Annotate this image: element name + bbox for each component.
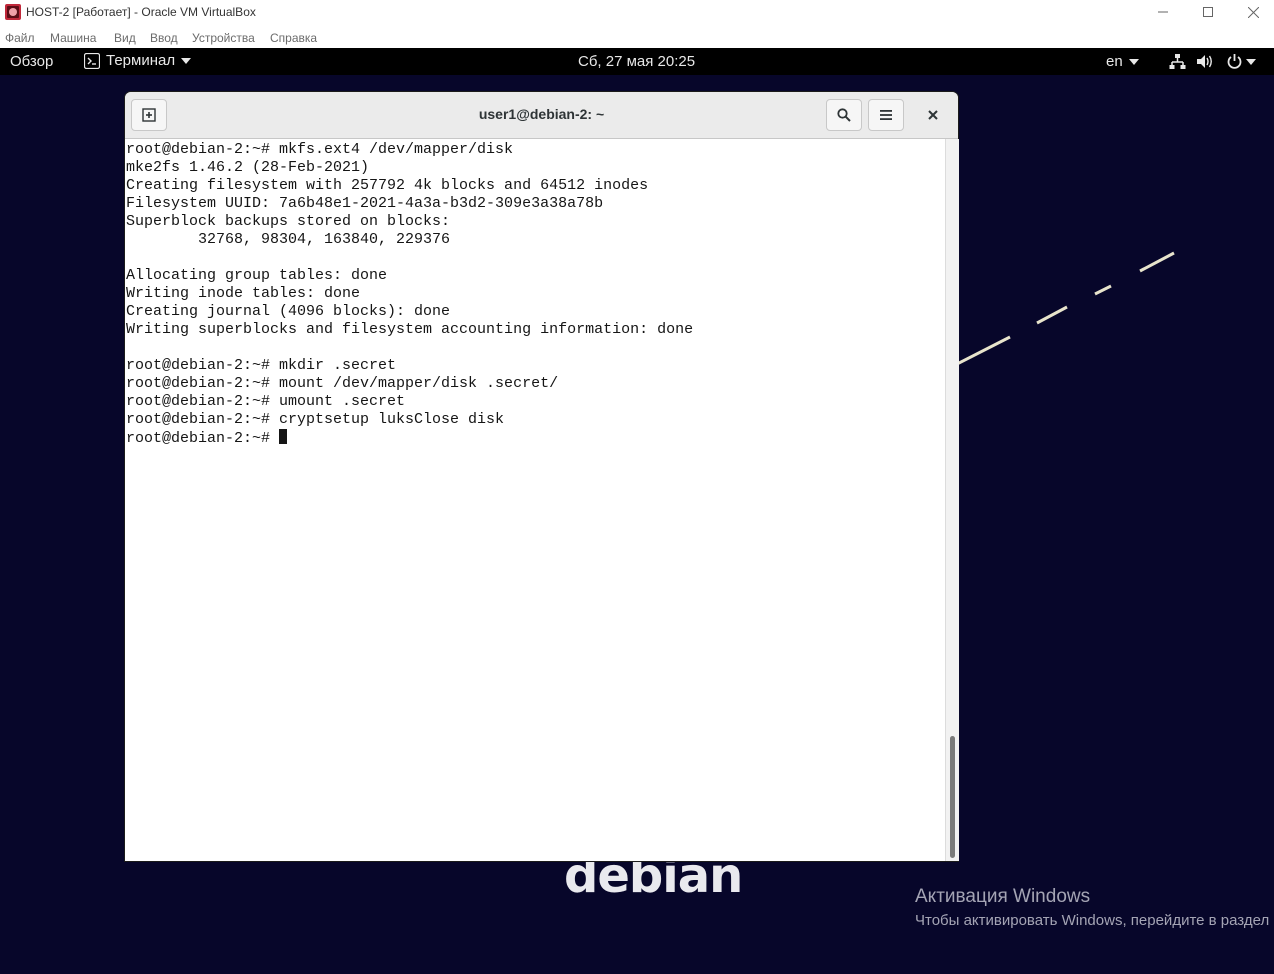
menu-input[interactable]: Ввод [150,31,178,45]
terminal-line: root@debian-2:~# mount /dev/mapper/disk … [126,375,559,392]
menu-help[interactable]: Справка [270,31,317,45]
terminal-line: 32768, 98304, 163840, 229376 [126,231,451,248]
search-icon [837,108,851,122]
menu-machine[interactable]: Машина [50,31,96,45]
maximize-button[interactable] [1185,0,1231,24]
terminal-close-button[interactable] [921,104,945,126]
menu-file[interactable]: Файл [5,31,35,45]
app-menu-button[interactable]: Терминал [84,52,192,69]
terminal-line: root@debian-2:~# mkdir .secret [126,357,397,374]
terminal-line: Writing inode tables: done [126,285,361,302]
close-window-button[interactable] [1230,0,1274,24]
terminal-line: root@debian-2:~# mkfs.ext4 /dev/mapper/d… [126,141,514,158]
terminal-line: root@debian-2:~# cryptsetup luksClose di… [126,411,505,428]
terminal-line: mke2fs 1.46.2 (28-Feb-2021) [126,159,370,176]
activation-subtitle: Чтобы активировать Windows, перейдите в … [915,912,1270,929]
close-icon [928,110,938,120]
power-icon[interactable] [1226,53,1243,70]
menu-view[interactable]: Вид [114,31,136,45]
terminal-output: root@debian-2:~# mkfs.ext4 /dev/mapper/d… [125,139,945,448]
app-menu-label: Терминал [106,52,176,69]
menu-devices[interactable]: Устройства [192,31,255,45]
terminal-line: Superblock backups stored on blocks: [126,213,451,230]
terminal-prompt: root@debian-2:~# [126,430,280,447]
terminal-line: Allocating group tables: done [126,267,388,284]
activation-title: Активация Windows [915,886,1091,907]
network-icon[interactable] [1169,53,1186,70]
chevron-down-icon [1128,58,1139,65]
search-button[interactable] [826,99,862,131]
scrollbar-thumb[interactable] [950,736,955,858]
gnome-top-bar: Обзор Терминал Сб, 27 мая 20:25 en [0,48,1274,75]
terminal-line: Writing superblocks and filesystem accou… [126,321,694,338]
maximize-icon [1203,7,1213,17]
wallpaper-streaks [955,251,1175,367]
terminal-output-area[interactable]: root@debian-2:~# mkfs.ext4 /dev/mapper/d… [125,139,945,861]
host-titlebar: HOST-2 [Работает] - Oracle VM VirtualBox [0,0,1274,24]
volume-icon[interactable] [1196,53,1214,70]
terminal-scrollbar[interactable] [945,139,959,861]
activities-button[interactable]: Обзор [10,53,53,70]
menu-button[interactable] [868,99,904,131]
chevron-down-icon[interactable] [1246,59,1256,65]
terminal-cursor [279,429,288,444]
minimize-button[interactable] [1140,0,1186,24]
minimize-icon [1158,11,1168,13]
virtualbox-icon [5,4,21,20]
terminal-window[interactable]: user1@debian-2: ~ root@debian-2:~# mkfs.… [125,92,959,861]
guest-screen: Обзор Терминал Сб, 27 мая 20:25 en debia… [0,48,1274,974]
terminal-icon [84,52,100,69]
close-icon [1247,6,1259,18]
chevron-down-icon [181,57,192,64]
terminal-line: Creating filesystem with 257792 4k block… [126,177,649,194]
language-label: en [1106,53,1123,70]
terminal-line: Creating journal (4096 blocks): done [126,303,451,320]
terminal-headerbar[interactable]: user1@debian-2: ~ [125,92,958,139]
windows-activation-watermark: Активация Windows Чтобы активировать Win… [915,886,1269,929]
host-menubar: Файл Машина Вид Ввод Устройства Справка [0,28,1274,48]
terminal-line: root@debian-2:~# umount .secret [126,393,406,410]
terminal-line: Filesystem UUID: 7a6b48e1-2021-4a3a-b3d2… [126,195,604,212]
clock[interactable]: Сб, 27 мая 20:25 [578,53,695,70]
host-window-title: HOST-2 [Работает] - Oracle VM VirtualBox [26,5,256,19]
hamburger-icon [880,110,892,120]
language-selector[interactable]: en [1106,53,1139,70]
